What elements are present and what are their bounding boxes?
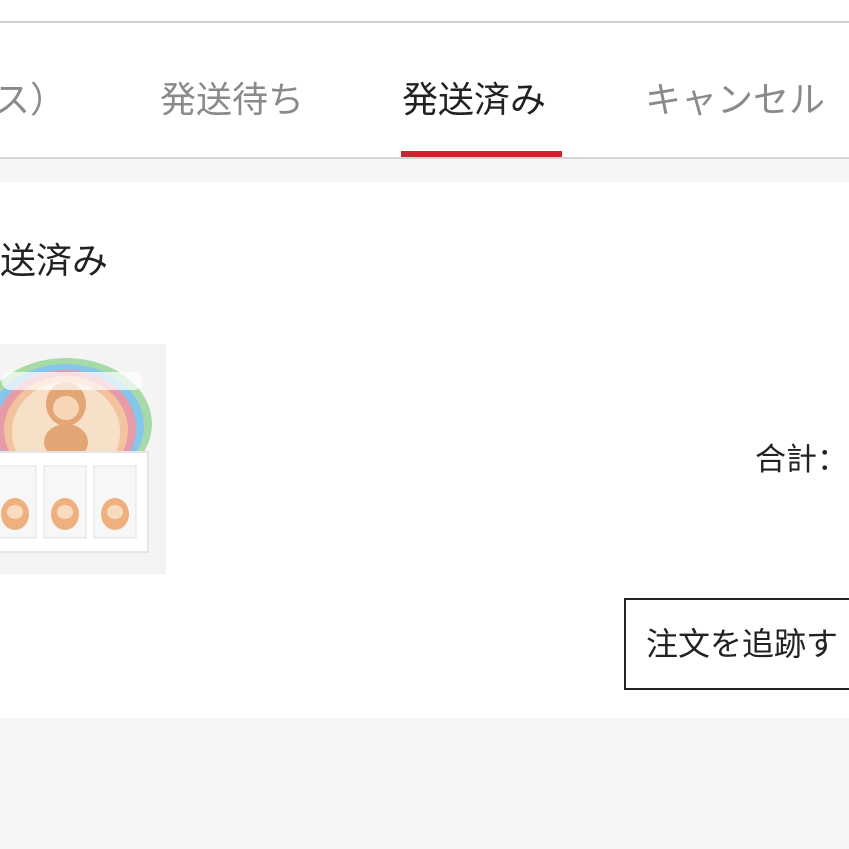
- top-bar: [0, 0, 849, 22]
- order-status-label: 発送済み: [0, 241, 109, 282]
- tab-shipped[interactable]: 発送済み: [402, 79, 546, 123]
- order-status-tabs: ス） 発送待ち 発送済み キャンセル: [0, 23, 849, 158]
- order-total-label: 合計：: [755, 442, 848, 478]
- track-order-button[interactable]: 注文を追跡す: [624, 598, 849, 690]
- order-card[interactable]: 発送済み 合計：: [0, 182, 849, 718]
- product-box-image: [0, 344, 166, 574]
- product-thumbnail[interactable]: [0, 344, 166, 574]
- tab-cancelled[interactable]: キャンセル: [645, 79, 825, 123]
- tabs-divider: [0, 157, 849, 159]
- tab-partial-left[interactable]: ス）: [0, 79, 66, 123]
- track-order-label: 注文を追跡す: [646, 625, 839, 663]
- tab-awaiting-shipment[interactable]: 発送待ち: [160, 79, 304, 123]
